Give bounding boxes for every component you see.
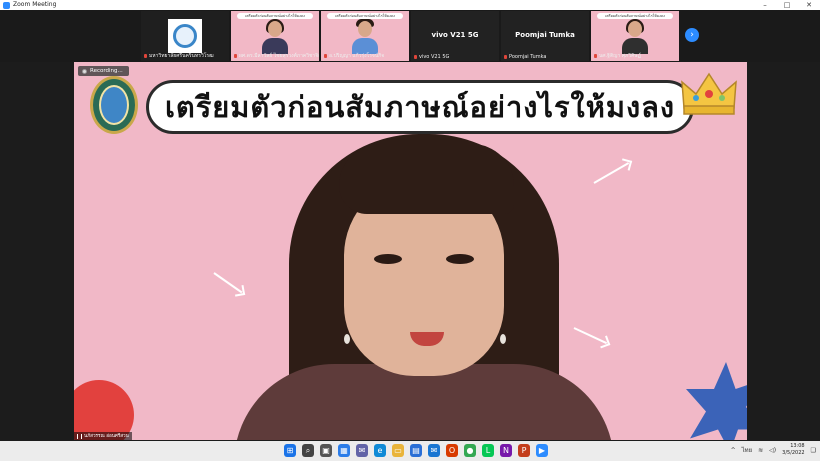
tray-overflow-chevron-icon[interactable]: ^	[731, 447, 736, 454]
signal-bars-icon	[77, 433, 82, 439]
edge-icon[interactable]: e	[374, 444, 386, 457]
widgets-icon[interactable]: ▦	[338, 444, 350, 457]
active-speaker-name-tag: นภัสวรรณ อ่อนศรีสวน	[74, 432, 132, 440]
mic-muted-icon	[324, 54, 327, 58]
close-button[interactable]: ✕	[798, 0, 820, 10]
notification-icon[interactable]: ❑	[811, 447, 816, 454]
recording-label: Recording...	[90, 68, 123, 74]
minimize-button[interactable]: –	[754, 0, 776, 10]
crown-icon	[681, 72, 737, 115]
maximize-button[interactable]: □	[776, 0, 798, 10]
volume-icon[interactable]: ◁)	[769, 447, 776, 454]
input-language[interactable]: ไทย	[742, 445, 753, 455]
line-icon[interactable]: L	[482, 444, 494, 457]
decorative-star	[686, 362, 747, 440]
window-title: Zoom Meeting	[13, 1, 57, 8]
university-logo-icon	[168, 19, 202, 53]
participant-tile[interactable]: เตรียมตัวก่อนสัมภาษณ์อย่างไรให้มงลง นศ.ฐ…	[591, 11, 679, 61]
participant-name: มหาวิทยาลัยศรีนครินทรวิโรฒ	[149, 53, 214, 59]
participant-gallery-strip: มหาวิทยาลัยศรีนครินทรวิโรฒ เตรียมตัวก่อน…	[0, 10, 820, 62]
participant-center-name: Poomjai Tumka	[515, 31, 575, 39]
participant-name: vivo V21 5G	[419, 54, 450, 60]
participant-name: ผศ.ดร.มีลาวัลย์ ไชยสุรวงศ์ภาควิชาจิต...	[239, 53, 319, 59]
participant-video	[262, 19, 288, 55]
system-tray: ^ ไทย ≋ ◁) 13:08 3/5/2022 ❑	[731, 443, 816, 457]
file-explorer-icon[interactable]: ▭	[392, 444, 404, 457]
search-icon[interactable]: ⌕	[302, 444, 314, 457]
powerpoint-icon[interactable]: P	[518, 444, 530, 457]
participant-name: อ.ปริญญา แก้วรุ่งโรจน์กิจ	[329, 53, 385, 59]
task-view-icon[interactable]: ▣	[320, 444, 332, 457]
participant-tile[interactable]: Poomjai Tumka Poomjai Tumka	[501, 11, 589, 61]
participant-tile[interactable]: มหาวิทยาลัยศรีนครินทรวิโรฒ	[141, 11, 229, 61]
participant-tile[interactable]: เตรียมตัวก่อนสัมภาษณ์อย่างไรให้มงลง อ.ปร…	[321, 11, 409, 61]
onenote-icon[interactable]: N	[500, 444, 512, 457]
participant-name: Poomjai Tumka	[509, 54, 547, 60]
window-controls: – □ ✕	[754, 0, 820, 10]
participant-center-name: vivo V21 5G	[431, 31, 479, 39]
store-icon[interactable]: ▤	[410, 444, 422, 457]
slide-headline: เตรียมตัวก่อนสัมภาษณ์อย่างไรให้มงลง	[146, 80, 694, 134]
taskbar-clock[interactable]: 13:08 3/5/2022	[782, 443, 804, 457]
clock-time: 13:08	[790, 443, 805, 449]
mic-muted-icon	[414, 55, 417, 59]
gallery-next-button[interactable]: ›	[685, 28, 699, 42]
speaker-figure	[234, 134, 614, 440]
office-icon[interactable]: O	[446, 444, 458, 457]
mail-icon[interactable]: ✉	[428, 444, 440, 457]
zoom-app-icon	[3, 1, 10, 9]
windows-taskbar: ⊞ ⌕ ▣ ▦ ✉ e ▭ ▤ ✉ O ● L N P ▶ ^ ไทย ≋ ◁) 13:08 3/5/202…	[0, 441, 820, 461]
university-seal-icon	[90, 76, 138, 134]
chat-icon[interactable]: ✉	[356, 444, 368, 457]
decorative-circle	[74, 380, 134, 440]
active-speaker-name: นภัสวรรณ อ่อนศรีสวน	[84, 433, 129, 439]
participant-tile[interactable]: vivo V21 5G vivo V21 5G	[411, 11, 499, 61]
chrome-icon[interactable]: ●	[464, 444, 476, 457]
title-bar: Zoom Meeting – □ ✕	[0, 0, 820, 10]
participant-tile[interactable]: เตรียมตัวก่อนสัมภาษณ์อย่างไรให้มงลง ผศ.ด…	[231, 11, 319, 61]
wifi-icon[interactable]: ≋	[758, 447, 763, 454]
participant-video	[352, 19, 378, 55]
recording-dot-icon	[82, 68, 87, 74]
recording-indicator[interactable]: Recording...	[78, 66, 129, 76]
zoom-meeting-window: Zoom Meeting – □ ✕ มหาวิทยาลัยศรีนครินทร…	[0, 0, 820, 461]
mic-muted-icon	[144, 54, 147, 58]
mic-muted-icon	[504, 55, 507, 59]
clock-date: 3/5/2022	[782, 450, 805, 456]
start-icon[interactable]: ⊞	[284, 444, 296, 457]
zoom-icon[interactable]: ▶	[536, 444, 548, 457]
participant-name: นศ.ฐิติญา ศุภวิศิษฏ์	[599, 53, 641, 59]
active-speaker-video: เตรียมตัวก่อนสัมภาษณ์อย่างไรให้มงลง Reco…	[74, 62, 747, 440]
participant-video	[622, 19, 648, 55]
taskbar-pinned-apps: ⊞ ⌕ ▣ ▦ ✉ e ▭ ▤ ✉ O ● L N P ▶	[284, 444, 548, 457]
mic-muted-icon	[234, 54, 237, 58]
mic-muted-icon	[594, 54, 597, 58]
